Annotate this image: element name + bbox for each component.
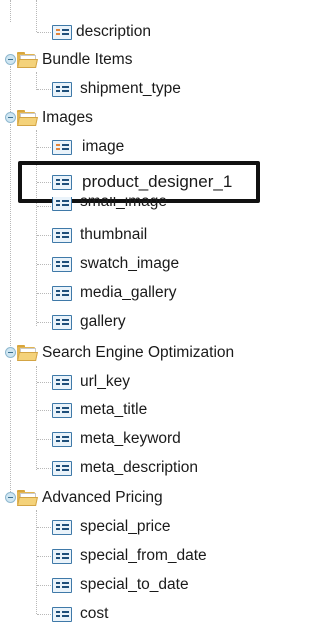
- collapse-toggle-icon[interactable]: [5, 347, 16, 358]
- attribute-tree: description Bundle Items shipment_type I…: [0, 0, 304, 627]
- field-icon: [52, 228, 72, 243]
- tree-item-label: meta_title: [80, 401, 148, 418]
- tree-item-meta-title[interactable]: meta_title: [0, 398, 304, 422]
- tree-item-label: image: [82, 138, 125, 155]
- field-icon: [52, 197, 72, 211]
- tree-connector: [37, 32, 51, 33]
- tree-connector: [37, 322, 51, 323]
- field-icon: [52, 82, 72, 97]
- field-icon: [52, 403, 72, 418]
- tree-connector: [37, 527, 51, 528]
- collapse-toggle-icon[interactable]: [5, 112, 16, 123]
- tree-item-media-gallery[interactable]: media_gallery: [0, 281, 304, 305]
- tree-item-meta-keyword[interactable]: meta_keyword: [0, 427, 304, 451]
- tree-group-label: Bundle Items: [42, 51, 133, 68]
- tree-item-label: small_image: [80, 197, 168, 210]
- tree-item-label: description: [76, 23, 151, 40]
- tree-connector: [37, 147, 51, 148]
- tree-item-special-from-date[interactable]: special_from_date: [0, 544, 304, 568]
- field-icon: [52, 607, 72, 622]
- tree-item-label: meta_keyword: [80, 430, 181, 447]
- field-icon: [52, 549, 72, 564]
- tree-connector: [37, 264, 51, 265]
- field-icon: [52, 578, 72, 593]
- tree-group-bundle-items[interactable]: Bundle Items: [0, 48, 304, 72]
- tree-connector: [37, 235, 51, 236]
- tree-group-label: Search Engine Optimization: [42, 344, 235, 361]
- field-icon: [52, 461, 72, 476]
- tree-item-swatch-image[interactable]: swatch_image: [0, 252, 304, 276]
- field-icon: [52, 520, 72, 535]
- field-icon: [52, 140, 72, 155]
- tree-group-images[interactable]: Images: [0, 106, 304, 130]
- tree-group-search-engine-optimization[interactable]: Search Engine Optimization: [0, 341, 304, 365]
- collapse-toggle-icon[interactable]: [5, 492, 16, 503]
- tree-connector: [37, 439, 51, 440]
- tree-item-meta-description[interactable]: meta_description: [0, 456, 304, 480]
- tree-item-label: thumbnail: [80, 226, 148, 243]
- tree-group-label: Advanced Pricing: [42, 489, 163, 506]
- tree-item-label: gallery: [80, 313, 126, 330]
- folder-icon: [17, 52, 38, 68]
- tree-item-description[interactable]: description: [0, 20, 304, 44]
- tree-connector: [37, 89, 51, 90]
- folder-icon: [17, 110, 38, 126]
- tree-connector: [37, 206, 51, 207]
- tree-connector: [37, 382, 51, 383]
- tree-item-label: meta_description: [80, 459, 199, 476]
- field-icon: [52, 315, 72, 330]
- tree-item-label: cost: [80, 605, 109, 622]
- tree-item-cost[interactable]: cost: [0, 602, 304, 626]
- tree-connector: [37, 556, 51, 557]
- tree-item-url-key[interactable]: url_key: [0, 370, 304, 394]
- tree-connector: [37, 468, 51, 469]
- field-icon: [52, 257, 72, 272]
- tree-item-special-to-date[interactable]: special_to_date: [0, 573, 304, 597]
- tree-connector: [10, 0, 11, 22]
- tree-item-label: url_key: [80, 373, 130, 390]
- tree-item-thumbnail[interactable]: thumbnail: [0, 223, 304, 247]
- collapse-toggle-icon[interactable]: [5, 54, 16, 65]
- tree-item-small-image[interactable]: small_image: [0, 197, 304, 211]
- tree-item-label: special_to_date: [80, 576, 189, 593]
- tree-connector: [37, 293, 51, 294]
- tree-connector: [37, 585, 51, 586]
- tree-group-label: Images: [42, 109, 93, 126]
- tree-item-image[interactable]: image: [0, 135, 304, 159]
- field-icon: [52, 432, 72, 447]
- field-icon: [52, 375, 72, 390]
- tree-connector: [37, 614, 51, 615]
- folder-icon: [17, 345, 38, 361]
- tree-item-label: special_from_date: [80, 547, 207, 564]
- tree-group-advanced-pricing[interactable]: Advanced Pricing: [0, 486, 304, 510]
- tree-item-label: media_gallery: [80, 284, 177, 301]
- tree-item-label: special_price: [80, 518, 171, 535]
- folder-icon: [17, 490, 38, 506]
- tree-item-label: shipment_type: [80, 80, 181, 97]
- tree-item-shipment-type[interactable]: shipment_type: [0, 77, 304, 101]
- tree-item-gallery[interactable]: gallery: [0, 310, 304, 334]
- tree-item-special-price[interactable]: special_price: [0, 515, 304, 539]
- tree-item-label: swatch_image: [80, 255, 180, 272]
- field-icon: [52, 286, 72, 301]
- tree-connector: [37, 410, 51, 411]
- field-icon: [52, 25, 72, 40]
